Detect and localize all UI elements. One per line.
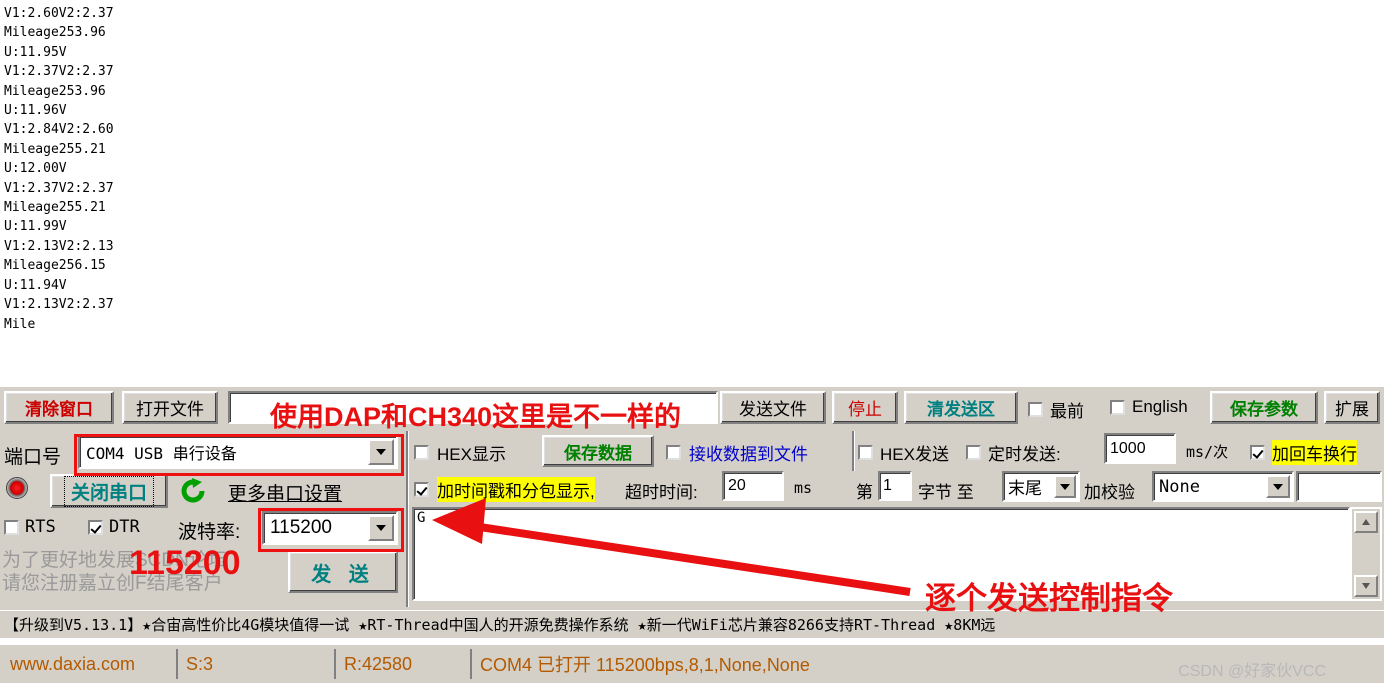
more-port-settings-link[interactable]: 更多串口设置 xyxy=(228,479,342,506)
hex-send-label: HEX发送 xyxy=(880,445,949,464)
marquee-text: 【升级到V5.13.1】★合宙高性价比4G模块值得一试 ★RT-Thread中国… xyxy=(4,616,996,634)
rts-checkbox[interactable]: RTS xyxy=(4,517,56,537)
chevron-down-icon[interactable] xyxy=(1054,475,1076,498)
port-select-value: COM4 USB 串行设备 xyxy=(86,444,237,463)
timestamp-pack-checkbox-box[interactable] xyxy=(414,482,429,497)
toolbar: 清除窗口 打开文件 发送文件 停止 清发送区 最前 English 保存参数 扩… xyxy=(0,386,1384,430)
topmost-checkbox-box[interactable] xyxy=(1028,402,1043,417)
timestamp-pack-checkbox[interactable]: 加时间戳和分包显示, xyxy=(414,477,595,502)
hex-display-checkbox-box[interactable] xyxy=(414,445,429,460)
send-area-scrollbar[interactable] xyxy=(1350,507,1382,601)
watermark: CSDN @好家伙VCC xyxy=(1178,663,1326,680)
rts-checkbox-box[interactable] xyxy=(4,519,19,535)
timed-send-interval-input[interactable]: 1000 xyxy=(1104,433,1176,464)
baud-rate-select[interactable]: 115200 xyxy=(262,511,398,545)
receive-output: V1:2.60V2:2.37 Mileage253.96 U:11.95V V1… xyxy=(4,6,114,332)
timeout-label: 超时时间: xyxy=(625,483,698,502)
file-path-input[interactable] xyxy=(228,391,718,424)
chevron-down-icon[interactable] xyxy=(368,515,394,541)
extend-button[interactable]: 扩展 xyxy=(1324,391,1380,424)
hex-display-checkbox[interactable]: HEX显示 xyxy=(414,440,506,465)
interval-unit: ms/次 xyxy=(1186,443,1229,461)
topmost-label: 最前 xyxy=(1050,402,1084,421)
add-crlf-checkbox-box[interactable] xyxy=(1250,445,1265,460)
english-checkbox[interactable]: English xyxy=(1110,397,1188,417)
open-file-button[interactable]: 打开文件 xyxy=(122,391,218,424)
rts-label: RTS xyxy=(25,517,56,537)
settings-panel: 端口号 COM4 USB 串行设备 关闭串口 更多串口设置 RTS DTR 波特… xyxy=(0,429,1384,610)
send-text-content: G xyxy=(417,510,426,526)
scroll-down-icon[interactable] xyxy=(1354,575,1378,597)
dtr-checkbox[interactable]: DTR xyxy=(88,517,140,537)
timed-send-checkbox-box[interactable] xyxy=(966,445,981,460)
scroll-up-icon[interactable] xyxy=(1354,511,1378,533)
port-select[interactable]: COM4 USB 串行设备 xyxy=(78,435,398,469)
byte-end-value: 末尾 xyxy=(1008,479,1042,498)
promo-text: 为了更好地发展SCDN论坛 请您注册嘉立创F结尾客户 xyxy=(2,549,282,595)
close-port-button[interactable]: 关闭串口 xyxy=(50,474,168,508)
send-text-area[interactable]: G xyxy=(412,507,1350,601)
promo-line-2: 请您注册嘉立创F结尾客户 xyxy=(2,573,223,594)
byte-range-label: 字节 至 xyxy=(918,483,974,502)
byte-index-input[interactable]: 1 xyxy=(878,471,912,501)
port-label: 端口号 xyxy=(4,447,62,468)
close-port-label: 关闭串口 xyxy=(63,475,154,507)
recv-to-file-checkbox-box[interactable] xyxy=(666,445,681,460)
save-params-button[interactable]: 保存参数 xyxy=(1210,391,1318,424)
timestamp-pack-label: 加时间戳和分包显示, xyxy=(437,477,595,502)
baud-rate-value: 115200 xyxy=(270,517,332,538)
recv-to-file-checkbox[interactable]: 接收数据到文件 xyxy=(666,440,808,465)
status-received-count: R:42580 xyxy=(334,649,468,679)
add-crlf-checkbox[interactable]: 加回车换行 xyxy=(1250,440,1357,465)
checksum-extra-input[interactable] xyxy=(1296,471,1382,502)
checksum-select[interactable]: None xyxy=(1152,471,1294,502)
receive-text-area[interactable]: V1:2.60V2:2.37 Mileage253.96 U:11.95V V1… xyxy=(0,0,1384,385)
chevron-down-icon[interactable] xyxy=(368,439,394,465)
divider-left xyxy=(406,431,409,607)
clear-window-button[interactable]: 清除窗口 xyxy=(4,391,114,424)
chevron-down-icon[interactable] xyxy=(1266,475,1290,498)
dtr-label: DTR xyxy=(109,517,140,537)
baud-rate-label: 波特率: xyxy=(178,522,241,543)
status-bar: www.daxia.com S:3 R:42580 COM4 已打开 11520… xyxy=(0,643,1384,683)
byte-prefix-label: 第 xyxy=(856,483,873,502)
dtr-checkbox-box[interactable] xyxy=(88,519,103,535)
send-file-button[interactable]: 发送文件 xyxy=(720,391,826,424)
clear-send-area-button[interactable]: 清发送区 xyxy=(904,391,1018,424)
english-label: English xyxy=(1132,397,1188,416)
timed-send-checkbox[interactable]: 定时发送: xyxy=(966,440,1061,465)
promo-line-1: 为了更好地发展SCDN论坛 xyxy=(2,550,227,571)
stop-button[interactable]: 停止 xyxy=(832,391,898,424)
hex-send-checkbox[interactable]: HEX发送 xyxy=(858,440,949,465)
refresh-ports-icon[interactable] xyxy=(178,476,208,506)
english-checkbox-box[interactable] xyxy=(1110,399,1125,415)
status-site: www.daxia.com xyxy=(10,653,136,674)
topmost-checkbox[interactable]: 最前 xyxy=(1028,397,1084,422)
timed-send-label: 定时发送: xyxy=(988,445,1061,464)
status-sent-count: S:3 xyxy=(176,649,332,679)
byte-end-select[interactable]: 末尾 xyxy=(1002,471,1080,502)
hex-display-label: HEX显示 xyxy=(437,445,506,464)
hex-send-checkbox-box[interactable] xyxy=(858,445,873,460)
send-button[interactable]: 发 送 xyxy=(288,551,398,593)
checksum-label: 加校验 xyxy=(1084,483,1135,502)
checksum-value: None xyxy=(1159,476,1200,497)
port-status-led xyxy=(6,477,28,499)
timeout-unit: ms xyxy=(794,479,813,497)
recv-to-file-label: 接收数据到文件 xyxy=(689,445,808,464)
add-crlf-label: 加回车换行 xyxy=(1272,440,1357,465)
timeout-input[interactable]: 20 xyxy=(722,471,784,501)
divider-mid xyxy=(852,431,855,471)
save-data-button[interactable]: 保存数据 xyxy=(542,435,654,467)
promo-marquee[interactable]: 【升级到V5.13.1】★合宙高性价比4G模块值得一试 ★RT-Thread中国… xyxy=(0,610,1384,638)
